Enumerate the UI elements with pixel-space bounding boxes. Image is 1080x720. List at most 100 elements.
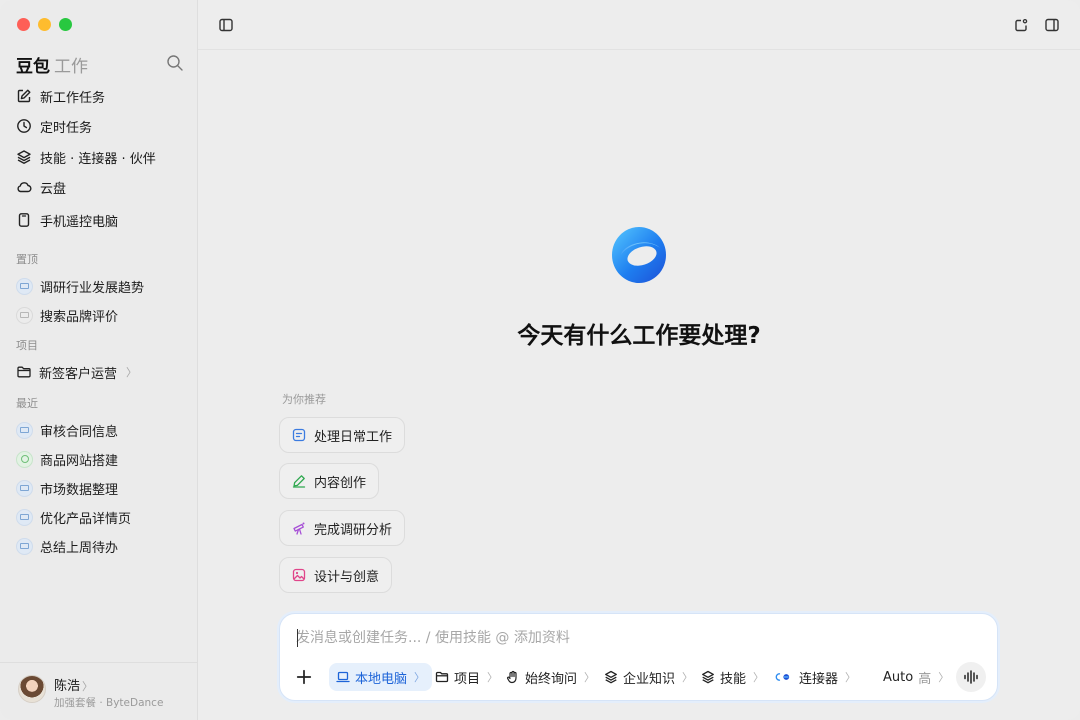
voice-input-button[interactable] (956, 662, 986, 692)
chat-item[interactable]: 调研行业发展趋势 (16, 274, 191, 298)
composer-toolbar: 本地电脑〉 项目〉 始终询问〉 企业知识〉 技能〉 连接器 〉 Auto 高 〉 (292, 662, 992, 692)
pen-icon (292, 475, 306, 488)
close-window-button[interactable] (17, 18, 30, 31)
chat-item-label: 商品网站搭建 (40, 453, 119, 469)
toggle-sidebar-icon[interactable] (216, 15, 236, 35)
recommend-content-creation-button[interactable]: 内容创作 (279, 463, 380, 499)
minimize-window-button[interactable] (38, 18, 51, 31)
recommend-label-text: 内容创作 (314, 475, 367, 491)
nav-skills-connectors[interactable]: 技能 · 连接器 · 伙伴 (16, 145, 186, 169)
laptop-icon (336, 671, 350, 683)
user-profile[interactable]: 陈浩〉 加强套餐 · ByteDance (0, 662, 198, 720)
nav-label: 新工作任务 (40, 90, 106, 106)
model-selector[interactable]: Auto 高〉 (883, 663, 949, 691)
chevron-right-icon: 〉 (414, 671, 426, 684)
chat-item[interactable]: 审核合同信息 (16, 418, 191, 442)
toggle-panel-icon[interactable] (1042, 15, 1062, 35)
task-icon (16, 537, 33, 555)
project-item-label: 新签客户运营 (39, 366, 118, 382)
folder-icon (435, 671, 449, 683)
nav-label: 定时任务 (40, 120, 93, 136)
chat-item[interactable]: 搜索品牌评价 (16, 303, 191, 327)
message-composer: 本地电脑〉 项目〉 始终询问〉 企业知识〉 技能〉 (279, 613, 998, 701)
nav-cloud-drive[interactable]: 云盘 (16, 175, 186, 199)
chat-item[interactable]: 商品网站搭建 (16, 447, 191, 471)
task-icon (16, 479, 33, 497)
chat-item-label: 搜索品牌评价 (40, 309, 119, 325)
skills-label: 技能 (720, 671, 747, 687)
recommend-research-button[interactable]: 完成调研分析 (279, 510, 406, 546)
nav-scheduled-tasks[interactable]: 定时任务 (16, 114, 186, 138)
section-label-projects: 项目 (16, 339, 38, 352)
recommend-label: 为你推荐 (282, 393, 326, 406)
plus-icon (296, 669, 312, 685)
layers-icon (702, 670, 714, 684)
chevron-right-icon: 〉 (938, 671, 950, 684)
nav-label: 云盘 (40, 181, 67, 197)
chevron-right-icon: 〉 (682, 671, 694, 684)
page-title: 今天有什么工作要处理? (517, 323, 761, 349)
audio-wave-icon (964, 670, 978, 684)
new-window-icon[interactable] (1011, 15, 1031, 35)
chat-item-label: 优化产品详情页 (40, 511, 132, 527)
permission-selector[interactable]: 始终询问〉 (506, 663, 595, 691)
top-bar (198, 0, 1080, 50)
hand-icon (506, 670, 517, 684)
enterprise-knowledge-label: 企业知识 (623, 671, 676, 687)
telescope-icon (293, 522, 305, 535)
edit-icon (17, 89, 31, 103)
task-icon (16, 508, 33, 526)
text-caret (297, 629, 298, 647)
message-input[interactable] (296, 627, 976, 649)
model-label: Auto (883, 669, 914, 685)
chat-item[interactable]: 总结上周待办 (16, 534, 191, 558)
enterprise-knowledge-selector[interactable]: 企业知识〉 (604, 663, 693, 691)
chevron-right-icon: 〉 (487, 671, 499, 684)
add-attachment-button[interactable] (296, 663, 312, 691)
model-level: 高 (918, 671, 932, 687)
maximize-window-button[interactable] (59, 18, 72, 31)
chevron-right-icon: 〉 (584, 671, 596, 684)
skills-selector[interactable]: 技能〉 (701, 663, 764, 691)
local-computer-selector[interactable]: 本地电脑〉 (329, 663, 433, 691)
chevron-right-icon: 〉 (82, 680, 94, 693)
nav-new-task[interactable]: 新工作任务 (16, 84, 186, 108)
connectors-label: 连接器 (799, 671, 839, 687)
avatar (18, 675, 46, 703)
local-computer-label: 本地电脑 (355, 671, 408, 687)
recommend-daily-work-button[interactable]: 处理日常工作 (279, 417, 406, 453)
window-controls (17, 18, 72, 31)
search-icon[interactable] (166, 54, 184, 72)
nav-phone-remote[interactable]: 手机遥控电脑 (16, 208, 186, 232)
clock-icon (17, 119, 31, 133)
section-label-recent: 最近 (16, 397, 38, 410)
chat-item-label: 市场数据整理 (40, 482, 119, 498)
chat-item-label: 审核合同信息 (40, 424, 119, 440)
layers-icon (605, 670, 617, 684)
chevron-right-icon: 〉 (753, 671, 765, 684)
user-plan: 加强套餐 · ByteDance (54, 697, 164, 709)
section-label-pinned: 置顶 (16, 253, 38, 266)
task-icon (16, 421, 33, 439)
chevron-right-icon: 〉 (126, 366, 138, 379)
app-window: 豆包 工作 新工作任务 定时任务 技能 · 连接器 · 伙伴 云盘 手机遥控电脑 … (0, 0, 1080, 720)
layers-icon (17, 150, 31, 164)
chat-item[interactable]: 优化产品详情页 (16, 505, 191, 529)
app-brand: 豆包 工作 (16, 52, 88, 77)
recommend-design-button[interactable]: 设计与创意 (279, 557, 393, 593)
sidebar: 豆包 工作 新工作任务 定时任务 技能 · 连接器 · 伙伴 云盘 手机遥控电脑 … (0, 0, 198, 720)
connectors-selector[interactable]: 连接器〉 (774, 663, 856, 691)
nav-label: 手机遥控电脑 (40, 214, 119, 230)
connector-icon (775, 673, 790, 681)
project-item[interactable]: 新签客户运营〉 (16, 360, 191, 384)
main-area: 今天有什么工作要处理? 为你推荐 处理日常工作 内容创作 完成调研分析 设计与创… (198, 0, 1080, 720)
chevron-right-icon: 〉 (845, 671, 857, 684)
task-icon (16, 450, 33, 468)
permission-label: 始终询问 (525, 671, 578, 687)
folder-icon (17, 366, 31, 378)
brand-name: 豆包 (16, 57, 50, 77)
project-selector[interactable]: 项目〉 (435, 663, 498, 691)
phone-icon (18, 213, 30, 227)
project-label: 项目 (454, 671, 481, 687)
chat-item[interactable]: 市场数据整理 (16, 476, 191, 500)
